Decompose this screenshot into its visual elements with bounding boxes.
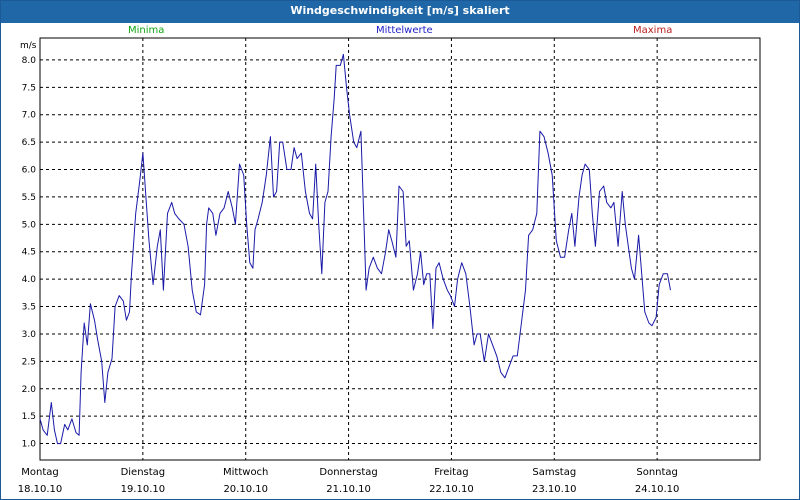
series-line-mittelwerte [39,53,671,445]
x-tick-day: Freitag [434,467,468,478]
y-tick-label: 4.0 [22,275,37,285]
plot-frame [39,37,761,461]
x-tick-date: 21.10.10 [326,484,371,495]
x-axis: Montag 18.10.10 Dienstag 19.10.10 Mittwoch 20… [18,467,680,495]
y-tick-label: 1.0 [22,440,37,450]
y-tick-label: 4.5 [22,248,36,258]
x-tick-day: Dienstag [121,467,166,478]
y-tick-label: 7.5 [22,83,36,93]
y-tick-label: 1.5 [22,412,36,422]
x-tick-day: Samstag [532,467,576,478]
y-tick-label: 5.5 [22,193,36,203]
y-tick-label: 5.0 [22,220,37,230]
y-tick-label: 2.0 [22,385,37,395]
x-tick-date: 20.10.10 [223,484,268,495]
x-tick-day: Sonntag [636,467,678,478]
y-axis: 1.0 1.5 2.0 2.5 3.0 3.5 4.0 4.5 5.0 5.5 6.0 6.5 7.0 7… [22,56,37,450]
y-tick-label: 6.5 [22,138,36,148]
wind-speed-chart: 1.0 1.5 2.0 2.5 3.0 3.5 4.0 4.5 5.0 5.5 6.0 6.5 7.0 7… [18,37,761,495]
x-tick-date: 18.10.10 [18,484,63,495]
y-tick-label: 8.0 [22,56,37,66]
x-tick-day: Mittwoch [223,467,268,478]
series-group [39,53,671,445]
y-tick-label: 7.0 [22,111,37,121]
x-tick-day: Donnerstag [319,467,377,478]
x-tick-date: 23.10.10 [532,484,577,495]
y-tick-label: 3.0 [22,330,37,340]
x-tick-date: 24.10.10 [635,484,680,495]
y-tick-label: 6.0 [22,166,37,176]
x-tick-day: Montag [21,467,58,478]
grid [40,38,760,460]
y-tick-label: 2.5 [22,357,36,367]
x-tick-date: 22.10.10 [429,484,474,495]
y-tick-label: 3.5 [22,303,36,313]
x-tick-date: 19.10.10 [121,484,166,495]
